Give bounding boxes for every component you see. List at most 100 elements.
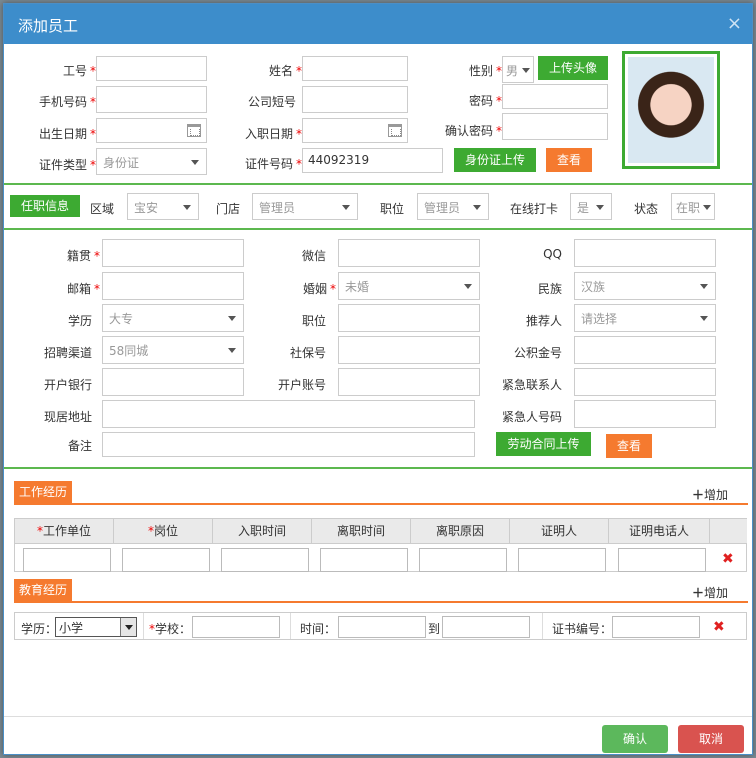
nation-select[interactable]: 汉族 <box>574 272 716 300</box>
job-title-input[interactable] <box>338 304 480 332</box>
account-input[interactable] <box>338 368 480 396</box>
referrer-label: 推荐人 <box>525 314 562 328</box>
qq-label: QQ <box>543 247 562 261</box>
delete-icon[interactable]: ✖ <box>713 619 725 635</box>
qq-input[interactable] <box>574 239 716 267</box>
id-upload-button[interactable]: 身份证上传 <box>454 148 536 172</box>
work-leave-reason-input[interactable] <box>419 548 507 572</box>
contract-upload-button[interactable]: 劳动合同上传 <box>496 432 591 456</box>
work-header-leave-time: 离职时间 <box>312 519 411 544</box>
edu-level-select[interactable]: 小学 <box>55 617 137 637</box>
password-label: 密码 * <box>468 94 502 108</box>
confirm-password-input[interactable] <box>502 113 608 140</box>
marriage-label: 婚姻 * <box>302 282 336 296</box>
emp-no-input[interactable] <box>96 56 207 81</box>
edu-time-start-input[interactable] <box>338 616 426 638</box>
social-no-input[interactable] <box>338 336 480 364</box>
work-header-witness-phone: 证明电话人 <box>609 519 710 544</box>
social-no-label: 社保号 <box>289 346 326 360</box>
work-header-witness: 证明人 <box>510 519 609 544</box>
id-type-select[interactable]: 身份证 <box>96 148 207 175</box>
close-icon[interactable]: × <box>727 13 742 34</box>
id-no-label: 证件号码 * <box>244 157 302 171</box>
education-table: 学历： 小学 *学校： 时间： 到 证书编号： ✖ <box>14 612 747 640</box>
gender-select[interactable]: 男 <box>502 56 534 83</box>
contract-view-button[interactable]: 查看 <box>606 434 652 458</box>
divider <box>4 467 752 469</box>
emergency-input[interactable] <box>574 368 716 396</box>
join-date-label: 入职日期 * <box>244 127 302 141</box>
short-no-label: 公司短号 <box>247 95 296 109</box>
work-witness-input[interactable] <box>518 548 606 572</box>
address-label: 现居地址 <box>43 410 92 424</box>
edu-level-label: 学历： <box>21 622 58 636</box>
work-experience-table: *工作单位 *岗位 入职时间 离职时间 离职原因 证明人 证明电话人 ✖ <box>14 518 747 572</box>
tab-job-info[interactable]: 任职信息 <box>10 195 80 217</box>
store-select[interactable]: 管理员 <box>252 193 358 220</box>
position-select[interactable]: 管理员 <box>417 193 489 220</box>
work-leave-time-input[interactable] <box>320 548 408 572</box>
fund-no-input[interactable] <box>574 336 716 364</box>
email-input[interactable] <box>102 272 244 300</box>
education-select[interactable]: 大专 <box>102 304 244 332</box>
birth-date-input[interactable] <box>96 118 207 143</box>
work-header-action <box>710 519 747 544</box>
cancel-button[interactable]: 取消 <box>678 725 744 753</box>
password-input[interactable] <box>502 84 608 109</box>
native-input[interactable] <box>102 239 244 267</box>
work-header-company: *工作单位 <box>15 519 114 544</box>
emergency-phone-input[interactable] <box>574 400 716 428</box>
divider <box>143 613 144 639</box>
edu-cert-input[interactable] <box>612 616 700 638</box>
add-work-button[interactable]: ＋增加 <box>692 486 728 503</box>
edu-time-end-input[interactable] <box>442 616 530 638</box>
wechat-label: 微信 <box>301 249 326 263</box>
bank-label: 开户银行 <box>43 378 92 392</box>
join-date-input[interactable] <box>302 118 408 143</box>
add-employee-dialog: 添加员工 × 工号 * 姓名 * 性别 * 男 上传头像 手机号码 * 公司短号 密码 *… <box>3 3 753 755</box>
mobile-input[interactable] <box>96 86 207 113</box>
add-education-button[interactable]: ＋增加 <box>692 584 728 601</box>
id-no-input[interactable]: 44092319 <box>302 148 443 173</box>
education-label: 学历 <box>67 314 92 328</box>
status-select[interactable]: 在职 <box>671 193 715 220</box>
emp-no-label: 工号 * <box>62 64 96 78</box>
id-view-button[interactable]: 查看 <box>546 148 592 172</box>
bank-input[interactable] <box>102 368 244 396</box>
calendar-icon[interactable] <box>187 124 201 137</box>
divider <box>4 228 752 230</box>
name-input[interactable] <box>302 56 408 81</box>
work-post-input[interactable] <box>122 548 210 572</box>
plus-icon: ＋ <box>692 586 705 600</box>
name-label: 姓名 * <box>268 64 302 78</box>
section-underline <box>14 601 748 603</box>
short-no-input[interactable] <box>302 86 408 113</box>
emergency-label: 紧急联系人 <box>501 378 562 392</box>
remark-input[interactable] <box>102 432 475 457</box>
region-select[interactable]: 宝安 <box>127 193 199 220</box>
calendar-icon[interactable] <box>388 124 402 137</box>
confirm-button[interactable]: 确认 <box>602 725 668 753</box>
mobile-label: 手机号码 * <box>38 95 96 109</box>
referrer-select[interactable]: 请选择 <box>574 304 716 332</box>
edu-school-input[interactable] <box>192 616 280 638</box>
birth-label: 出生日期 * <box>38 127 96 141</box>
address-input[interactable] <box>102 400 475 428</box>
work-company-input[interactable] <box>23 548 111 572</box>
marriage-select[interactable]: 未婚 <box>338 272 480 300</box>
work-witness-phone-input[interactable] <box>618 548 706 572</box>
upload-avatar-button[interactable]: 上传头像 <box>538 56 608 80</box>
work-experience-tab: 工作经历 <box>14 481 73 503</box>
confirm-password-label: 确认密码 * <box>444 124 502 138</box>
channel-select[interactable]: 58同城 <box>102 336 244 364</box>
delete-icon[interactable]: ✖ <box>722 551 734 567</box>
account-label: 开户账号 <box>277 378 326 392</box>
online-punch-select[interactable]: 是 <box>570 193 612 220</box>
wechat-input[interactable] <box>338 239 480 267</box>
divider <box>290 613 291 639</box>
store-label: 门店 <box>216 202 241 216</box>
dialog-title: 添加员工 <box>18 17 79 35</box>
nation-label: 民族 <box>537 282 562 296</box>
plus-icon: ＋ <box>692 488 705 502</box>
work-join-time-input[interactable] <box>221 548 309 572</box>
